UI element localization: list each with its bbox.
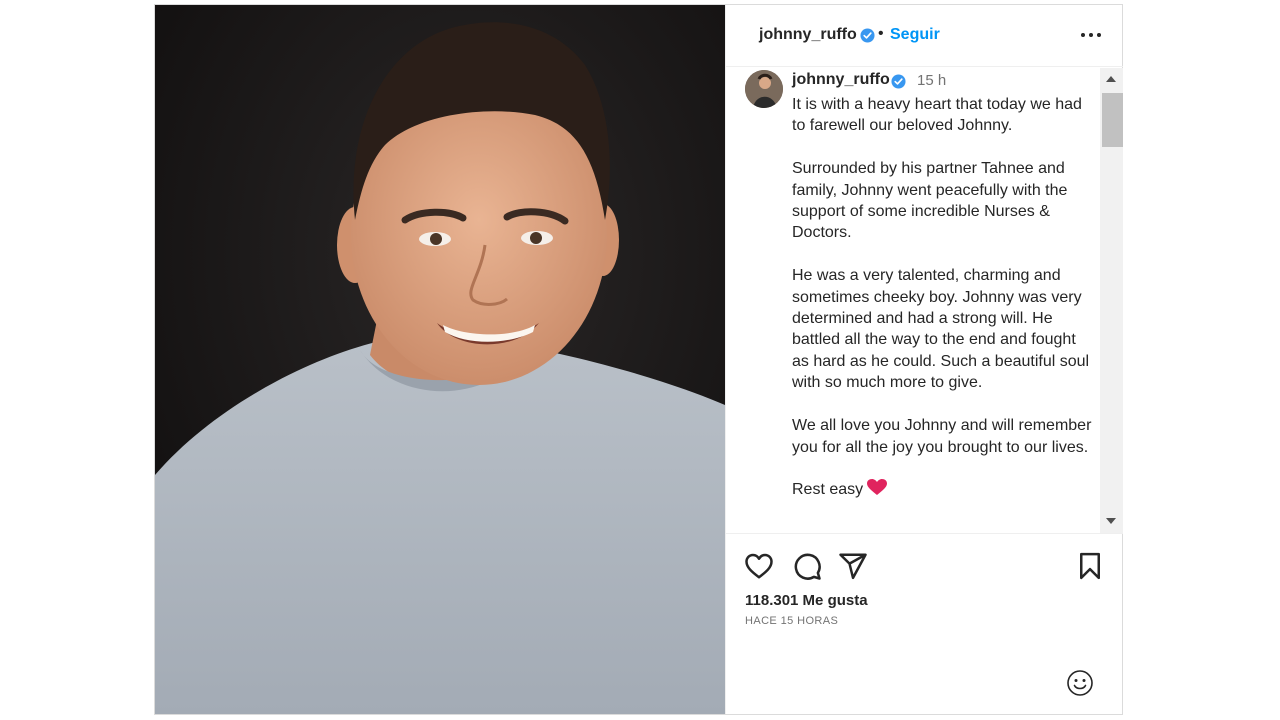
scroll-up-arrow-icon[interactable] (1106, 76, 1116, 82)
verified-badge-icon (891, 74, 906, 89)
caption-username[interactable]: johnny_ruffo (792, 71, 890, 89)
post-sidebar: johnny_ruffo • Seguir johnny_ruffo 15 h … (725, 5, 1123, 714)
post-actions: 118.301 Me gusta HACE 15 HORAS (726, 533, 1123, 714)
red-heart-emoji (867, 479, 888, 496)
caption-body: It is with a heavy heart that today we h… (792, 96, 1092, 499)
paper-plane-icon[interactable] (838, 551, 868, 581)
comments-section[interactable]: johnny_ruffo 15 h It is with a heavy hea… (726, 68, 1123, 533)
likes-count[interactable]: 118.301 Me gusta (745, 592, 868, 609)
heart-outline-icon[interactable] (744, 551, 774, 581)
avatar[interactable] (745, 70, 783, 108)
instagram-post: johnny_ruffo • Seguir johnny_ruffo 15 h … (154, 4, 1123, 715)
comment-bubble-icon[interactable] (792, 551, 822, 581)
post-header: johnny_ruffo • Seguir (726, 5, 1123, 67)
scroll-down-arrow-icon[interactable] (1106, 518, 1116, 524)
smiley-face-icon[interactable] (1066, 669, 1094, 697)
caption-text: It is with a heavy heart that today we h… (792, 94, 1092, 501)
scrollbar[interactable] (1100, 68, 1123, 533)
bookmark-icon[interactable] (1075, 551, 1105, 581)
post-photo[interactable] (155, 5, 725, 714)
scroll-thumb[interactable] (1102, 93, 1123, 147)
post-timestamp[interactable]: HACE 15 HORAS (745, 615, 838, 627)
verified-badge-icon (860, 28, 875, 43)
author-username[interactable]: johnny_ruffo (759, 26, 857, 44)
caption-time: 15 h (917, 72, 947, 89)
follow-button[interactable]: Seguir (890, 26, 940, 44)
separator-dot: • (878, 25, 884, 42)
more-options-icon[interactable] (1079, 25, 1103, 45)
